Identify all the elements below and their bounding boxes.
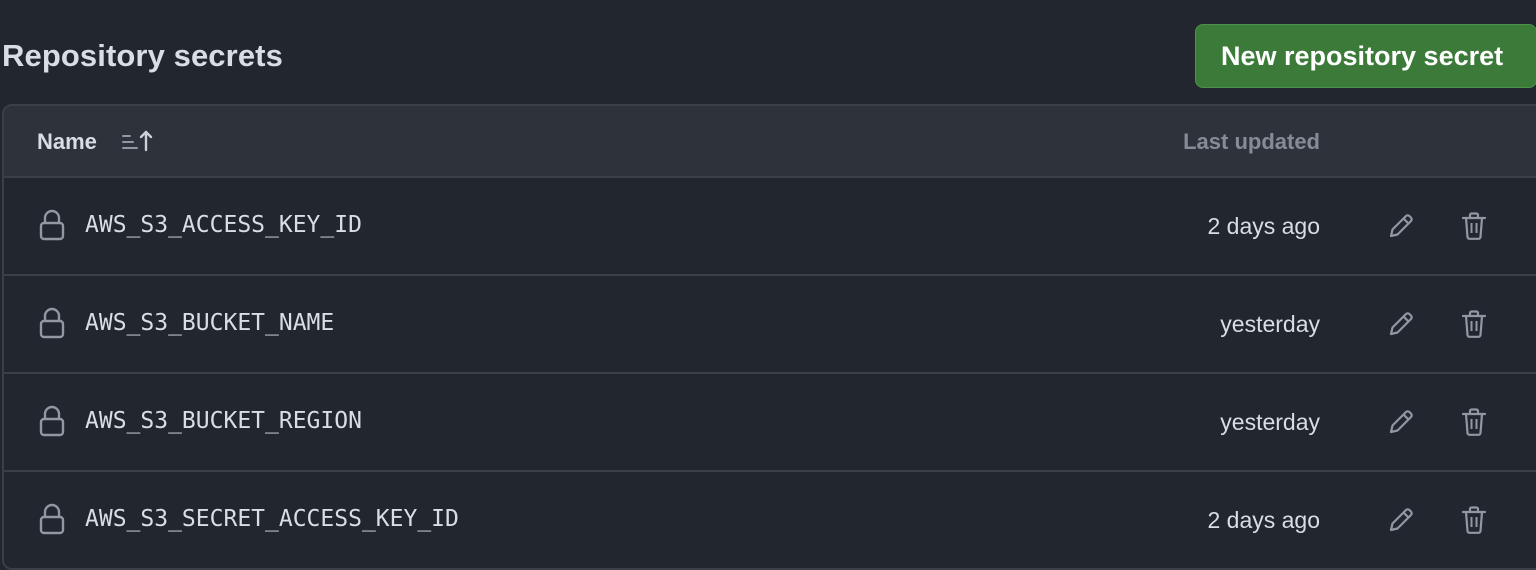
pencil-icon[interactable] bbox=[1384, 209, 1418, 243]
table-row: AWS_S3_BUCKET_NAME yesterday bbox=[4, 276, 1536, 374]
repository-secrets-page: Repository secrets New repository secret… bbox=[0, 0, 1536, 570]
secret-name: AWS_S3_BUCKET_REGION bbox=[85, 408, 362, 434]
pencil-icon[interactable] bbox=[1384, 307, 1418, 341]
secret-last-updated: yesterday bbox=[1220, 311, 1320, 337]
pencil-icon[interactable] bbox=[1384, 405, 1418, 439]
secret-last-updated: yesterday bbox=[1220, 409, 1320, 435]
sort-ascending-icon[interactable] bbox=[120, 128, 156, 156]
last-updated-column-header: Last updated bbox=[1183, 129, 1320, 154]
secret-name: AWS_S3_BUCKET_NAME bbox=[85, 310, 335, 336]
table-row: AWS_S3_BUCKET_REGION yesterday bbox=[4, 374, 1536, 472]
secrets-table: Name Last updated AWS_S3_ACCESS_KEY_ID 2… bbox=[2, 104, 1536, 570]
pencil-icon[interactable] bbox=[1384, 503, 1418, 537]
lock-icon bbox=[38, 502, 66, 536]
lock-icon bbox=[38, 208, 66, 242]
secret-name: AWS_S3_SECRET_ACCESS_KEY_ID bbox=[85, 506, 459, 532]
section-title: Repository secrets bbox=[2, 38, 283, 73]
table-header: Name Last updated bbox=[4, 106, 1536, 178]
secret-last-updated: 2 days ago bbox=[1207, 213, 1320, 239]
new-repository-secret-button[interactable]: New repository secret bbox=[1195, 24, 1536, 88]
lock-icon bbox=[38, 306, 66, 340]
trash-icon[interactable] bbox=[1457, 307, 1491, 341]
table-row: AWS_S3_SECRET_ACCESS_KEY_ID 2 days ago bbox=[4, 472, 1536, 568]
secret-name: AWS_S3_ACCESS_KEY_ID bbox=[85, 212, 362, 238]
lock-icon bbox=[38, 404, 66, 438]
trash-icon[interactable] bbox=[1457, 209, 1491, 243]
secret-last-updated: 2 days ago bbox=[1207, 507, 1320, 533]
table-row: AWS_S3_ACCESS_KEY_ID 2 days ago bbox=[4, 178, 1536, 276]
trash-icon[interactable] bbox=[1457, 405, 1491, 439]
name-column-header[interactable]: Name bbox=[37, 128, 97, 156]
trash-icon[interactable] bbox=[1457, 503, 1491, 537]
